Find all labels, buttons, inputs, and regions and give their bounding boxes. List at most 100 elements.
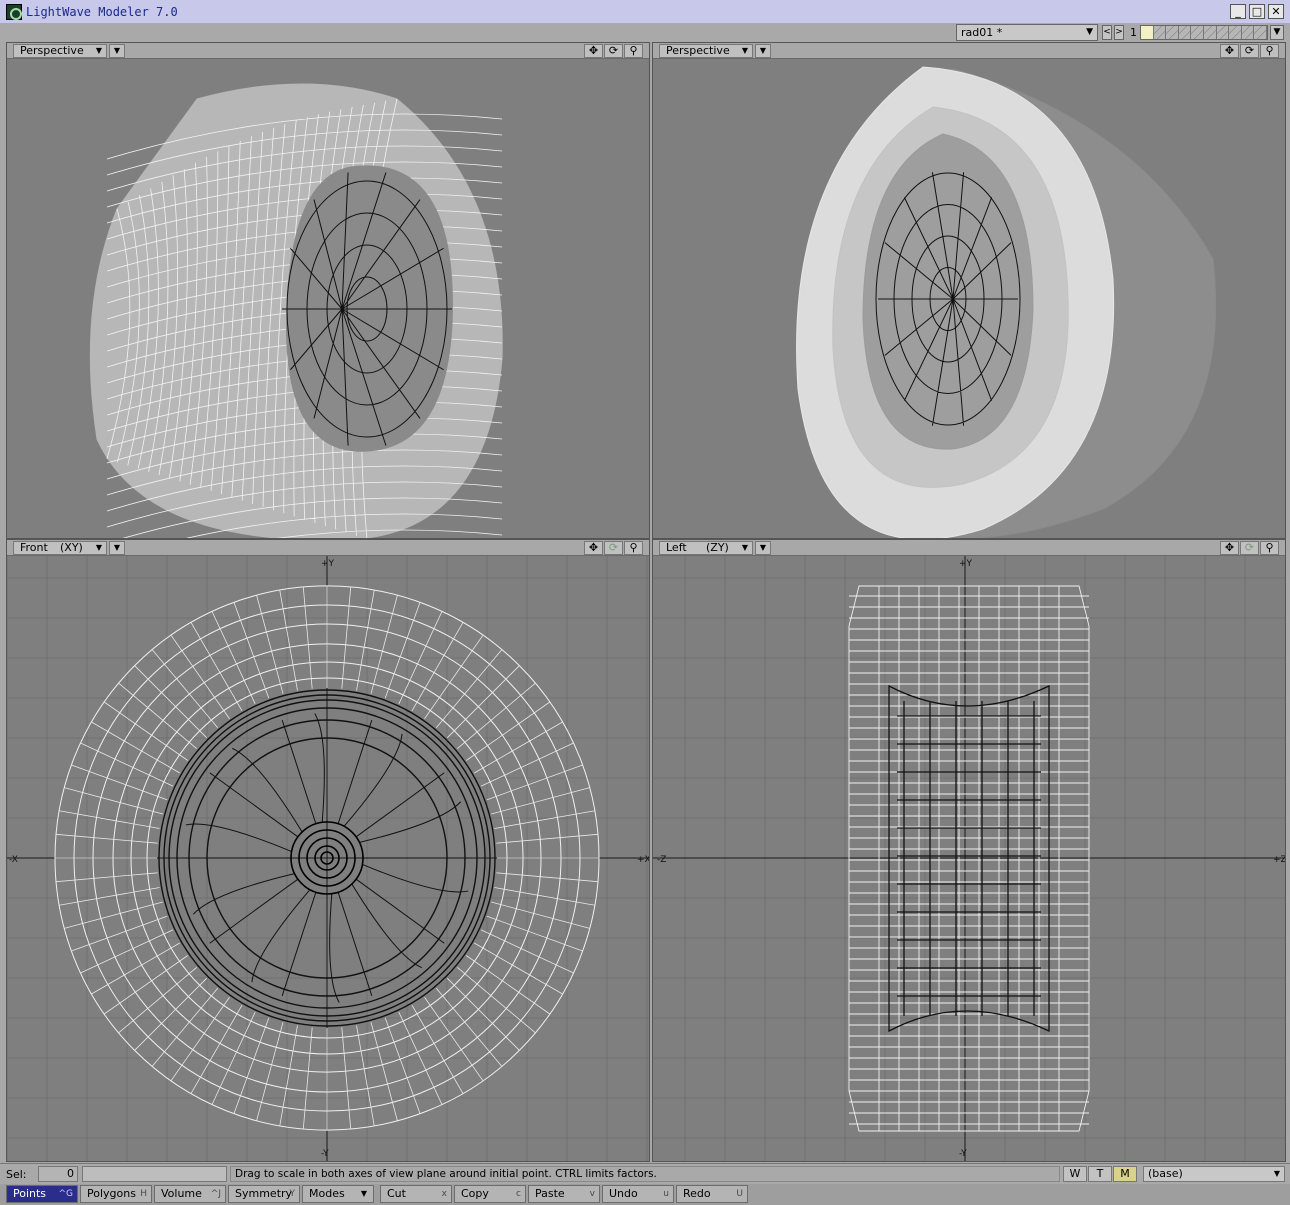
- paste-button[interactable]: Paste v: [528, 1185, 600, 1203]
- cut-button[interactable]: Cut x: [380, 1185, 452, 1203]
- view-type-select[interactable]: Perspective ▼: [13, 44, 107, 58]
- view-type-label: Perspective: [666, 44, 730, 57]
- button-label: Symmetry: [235, 1187, 293, 1200]
- button-label: Polygons: [87, 1187, 136, 1200]
- bottom-button-row: Points ^G Polygons H Volume ^J Symmetry …: [0, 1184, 1290, 1205]
- volume-mode-button[interactable]: Volume ^J: [154, 1185, 226, 1203]
- view-type-label: Perspective: [20, 44, 84, 57]
- shortcut-hint: ^G: [58, 1189, 73, 1199]
- layer-slot-2[interactable]: [1153, 26, 1167, 39]
- layer-slot-8[interactable]: [1229, 26, 1242, 39]
- move-view-icon[interactable]: ✥: [1220, 44, 1239, 58]
- zoom-view-icon[interactable]: ⚲: [624, 541, 643, 555]
- view-type-select[interactable]: Perspective ▼: [659, 44, 753, 58]
- layer-strip: [1140, 25, 1268, 40]
- layer-slot-5[interactable]: [1191, 26, 1204, 39]
- viewport-top-left[interactable]: Perspective ▼ ▼ ✥ ⟳ ⚲: [6, 42, 650, 539]
- shortcut-hint: x: [441, 1189, 447, 1199]
- front-wireframe-render: +Y -Y -X +X: [7, 556, 649, 1161]
- redo-button[interactable]: Redo U: [676, 1185, 748, 1203]
- zoom-view-icon[interactable]: ⚲: [1260, 44, 1279, 58]
- viewport-canvas[interactable]: +Y -Y -Z +Z: [653, 556, 1285, 1161]
- window-title: LightWave Modeler 7.0: [26, 4, 178, 19]
- layer-bank-number: 1: [1130, 26, 1137, 39]
- vertex-map-value: (base): [1148, 1167, 1183, 1180]
- rotate-view-icon[interactable]: ⟳: [604, 541, 623, 555]
- symmetry-button[interactable]: Symmetry Y: [228, 1185, 300, 1203]
- shortcut-hint: c: [516, 1189, 521, 1199]
- render-mode-button[interactable]: ▼: [109, 44, 125, 58]
- layer-slot-7[interactable]: [1216, 26, 1230, 39]
- shortcut-hint: ^J: [210, 1189, 221, 1199]
- texture-map-button[interactable]: T: [1088, 1166, 1112, 1182]
- viewport-canvas[interactable]: [653, 59, 1285, 538]
- selection-label: Sel:: [6, 1168, 27, 1181]
- button-label: Modes: [309, 1187, 345, 1200]
- rotate-view-icon[interactable]: ⟳: [604, 44, 623, 58]
- view-type-select[interactable]: Front (XY) ▼: [13, 541, 107, 555]
- viewport-top-right[interactable]: Perspective ▼ ▼ ✥ ⟳ ⚲: [652, 42, 1286, 539]
- render-mode-button[interactable]: ▼: [755, 44, 771, 58]
- shortcut-hint: u: [663, 1189, 669, 1199]
- minimize-button[interactable]: _: [1230, 4, 1246, 19]
- button-label: Copy: [461, 1187, 489, 1200]
- axis-label-top: +Y: [959, 559, 973, 569]
- view-axis-label: (ZY): [706, 541, 729, 554]
- move-view-icon[interactable]: ✥: [584, 541, 603, 555]
- layer-slot-1[interactable]: [1141, 26, 1154, 39]
- render-mode-button[interactable]: ▼: [109, 541, 125, 555]
- button-label: Points: [13, 1187, 47, 1200]
- viewport-bottom-left[interactable]: Front (XY) ▼ ▼ ✥ ⟳ ⚲ +Y -Y -X +X: [6, 539, 650, 1162]
- viewport-header: Perspective ▼ ▼ ✥ ⟳ ⚲: [7, 43, 649, 59]
- viewport-canvas[interactable]: [7, 59, 649, 538]
- lightwave-app-icon: [6, 3, 22, 20]
- shortcut-hint: v: [589, 1189, 595, 1199]
- rotate-view-icon[interactable]: ⟳: [1240, 541, 1259, 555]
- title-bar: LightWave Modeler 7.0 _ □ ✕: [0, 0, 1290, 23]
- render-mode-button[interactable]: ▼: [755, 541, 771, 555]
- view-type-label: Front: [20, 541, 48, 554]
- vertex-map-select[interactable]: (base) ▼: [1143, 1166, 1285, 1182]
- maximize-button[interactable]: □: [1249, 4, 1265, 19]
- axis-label-left: -Z: [657, 855, 666, 865]
- viewport-tools: ✥ ⟳ ⚲: [1220, 541, 1279, 555]
- layer-slot-10[interactable]: [1254, 26, 1267, 39]
- layer-slot-6[interactable]: [1203, 26, 1217, 39]
- polygons-mode-button[interactable]: Polygons H: [80, 1185, 152, 1203]
- axis-label-bottom: -Y: [321, 1149, 329, 1159]
- axis-label-bottom: -Y: [959, 1149, 967, 1159]
- chevron-down-icon: ▼: [95, 46, 102, 55]
- object-layer-select[interactable]: rad01 * ▼: [956, 24, 1098, 41]
- modes-menu-button[interactable]: Modes ▼: [302, 1185, 374, 1203]
- layer-menu-button[interactable]: ▼: [1270, 25, 1284, 40]
- view-type-select[interactable]: Left (ZY) ▼: [659, 541, 753, 555]
- points-mode-button[interactable]: Points ^G: [6, 1185, 78, 1203]
- next-object-button[interactable]: >: [1114, 25, 1124, 40]
- viewport-tools: ✥ ⟳ ⚲: [584, 44, 643, 58]
- weight-map-button[interactable]: W: [1063, 1166, 1087, 1182]
- undo-button[interactable]: Undo u: [602, 1185, 674, 1203]
- axis-label-right: +X: [637, 855, 649, 865]
- layer-toolbar: rad01 * ▼ < > 1 ▼: [0, 23, 1290, 42]
- move-view-icon[interactable]: ✥: [584, 44, 603, 58]
- layer-slot-4[interactable]: [1178, 26, 1192, 39]
- zoom-view-icon[interactable]: ⚲: [1260, 541, 1279, 555]
- move-view-icon[interactable]: ✥: [1220, 541, 1239, 555]
- zoom-view-icon[interactable]: ⚲: [624, 44, 643, 58]
- copy-button[interactable]: Copy c: [454, 1185, 526, 1203]
- rotate-view-icon[interactable]: ⟳: [1240, 44, 1259, 58]
- viewport-canvas[interactable]: +Y -Y -X +X: [7, 556, 649, 1161]
- chevron-down-icon: ▼: [95, 543, 102, 552]
- left-wireframe-render: +Y -Y -Z +Z: [653, 556, 1285, 1161]
- viewport-bottom-right[interactable]: Left (ZY) ▼ ▼ ✥ ⟳ ⚲ +Y -Y -Z +Z: [652, 539, 1286, 1162]
- shortcut-hint: U: [736, 1189, 743, 1199]
- viewport-tools: ✥ ⟳ ⚲: [584, 541, 643, 555]
- viewport-tools: ✥ ⟳ ⚲: [1220, 44, 1279, 58]
- layer-slot-3[interactable]: [1166, 26, 1179, 39]
- layer-slot-9[interactable]: [1241, 26, 1255, 39]
- button-label: Volume: [161, 1187, 202, 1200]
- button-label: Cut: [387, 1187, 406, 1200]
- previous-object-button[interactable]: <: [1102, 25, 1112, 40]
- morph-map-button[interactable]: M: [1113, 1166, 1137, 1182]
- close-button[interactable]: ✕: [1268, 4, 1284, 19]
